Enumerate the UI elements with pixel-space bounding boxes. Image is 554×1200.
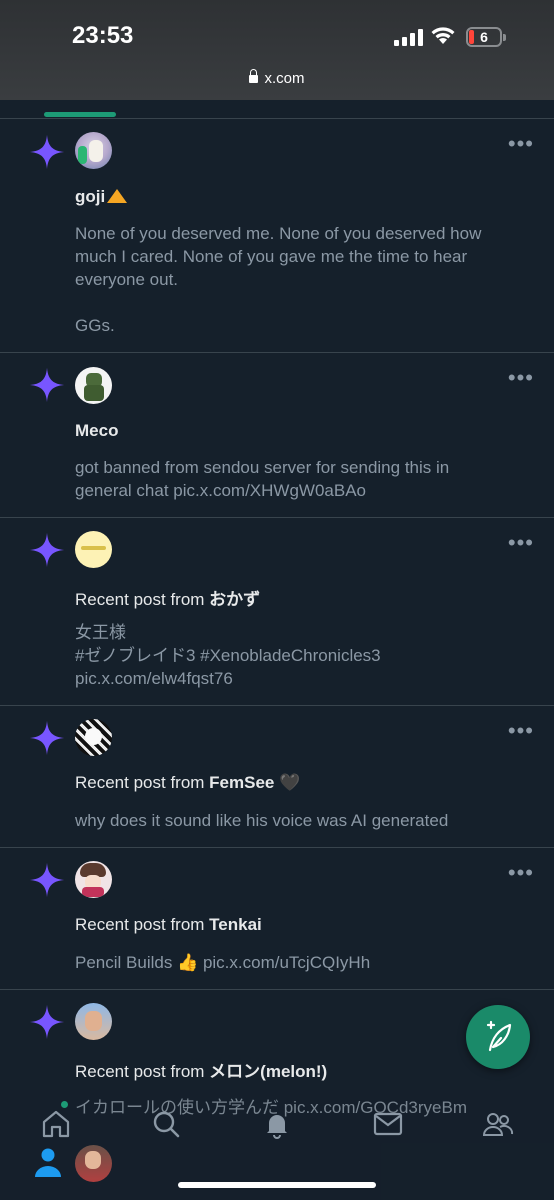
address-bar[interactable]: x.com (0, 69, 554, 87)
author-name[interactable]: goji (75, 187, 128, 207)
feed-item[interactable]: ••• Meco got banned from sendou server f… (0, 353, 554, 518)
avatar[interactable] (75, 367, 112, 404)
compose-button[interactable] (466, 1005, 530, 1069)
new-content-dot (61, 1101, 68, 1108)
battery-level: 6 (480, 29, 488, 45)
more-icon[interactable]: ••• (508, 862, 534, 884)
notifications-icon[interactable] (261, 1108, 293, 1140)
sparkle-icon (29, 367, 65, 403)
more-icon[interactable]: ••• (508, 367, 534, 389)
compose-icon (486, 1020, 512, 1052)
author-name[interactable]: Meco (75, 421, 118, 441)
url-text: x.com (264, 70, 305, 87)
author-name[interactable]: Recent post from FemSee 🖤 (75, 773, 300, 793)
lock-icon (249, 69, 259, 83)
author-name[interactable]: Recent post from おかず (75, 585, 260, 610)
feed-item[interactable]: ••• goji None of you deserved me. None o… (0, 119, 554, 353)
feed-item[interactable]: ••• Recent post from Tenkai Pencil Build… (0, 848, 554, 990)
avatar[interactable] (75, 1003, 112, 1040)
cellular-signal-icon (394, 28, 423, 46)
sparkle-icon (29, 532, 65, 568)
avatar[interactable] (75, 132, 112, 169)
sparkle-icon (29, 1004, 65, 1040)
feed-item[interactable]: ••• Recent post from おかず 女王様 #ゼノブレイド3 #X… (0, 518, 554, 706)
profile-icon[interactable] (32, 1146, 64, 1178)
heart-emoji: 🖤 (279, 773, 301, 792)
search-icon[interactable] (150, 1108, 182, 1140)
wifi-icon (431, 27, 455, 44)
avatar[interactable] (75, 531, 112, 568)
avatar[interactable] (75, 719, 112, 756)
more-icon[interactable]: ••• (508, 720, 534, 742)
sparkle-icon (29, 862, 65, 898)
sparkle-icon (29, 720, 65, 756)
messages-icon[interactable] (372, 1108, 404, 1140)
author-name[interactable]: Recent post from Tenkai (75, 915, 262, 935)
sparkle-icon (29, 134, 65, 170)
post-text: 女王様 #ゼノブレイド3 #XenobladeChronicles3 pic.x… (75, 623, 381, 688)
battery-icon: 6 (466, 27, 506, 47)
post-text: None of you deserved me. None of you des… (75, 224, 482, 335)
tent-emoji (107, 189, 128, 203)
browser-status-bar: 23:53 6 x.com (0, 0, 554, 100)
status-time: 23:53 (72, 22, 134, 49)
active-tab-indicator (44, 112, 116, 117)
feed-item[interactable]: ••• Recent post from FemSee 🖤 why does i… (0, 706, 554, 848)
more-icon[interactable]: ••• (508, 133, 534, 155)
author-name[interactable]: Recent post from メロン(melon!) (75, 1057, 327, 1082)
avatar[interactable] (75, 861, 112, 898)
communities-icon[interactable] (482, 1108, 514, 1140)
home-icon[interactable] (40, 1108, 72, 1140)
post-text: got banned from sendou server for sendin… (75, 458, 450, 500)
post-text: Pencil Builds 👍 pic.x.com/uTcjCQIyHh (75, 953, 371, 972)
account-avatar[interactable] (75, 1145, 112, 1182)
more-icon[interactable]: ••• (508, 532, 534, 554)
post-text: why does it sound like his voice was AI … (75, 811, 449, 830)
home-indicator (178, 1182, 376, 1188)
